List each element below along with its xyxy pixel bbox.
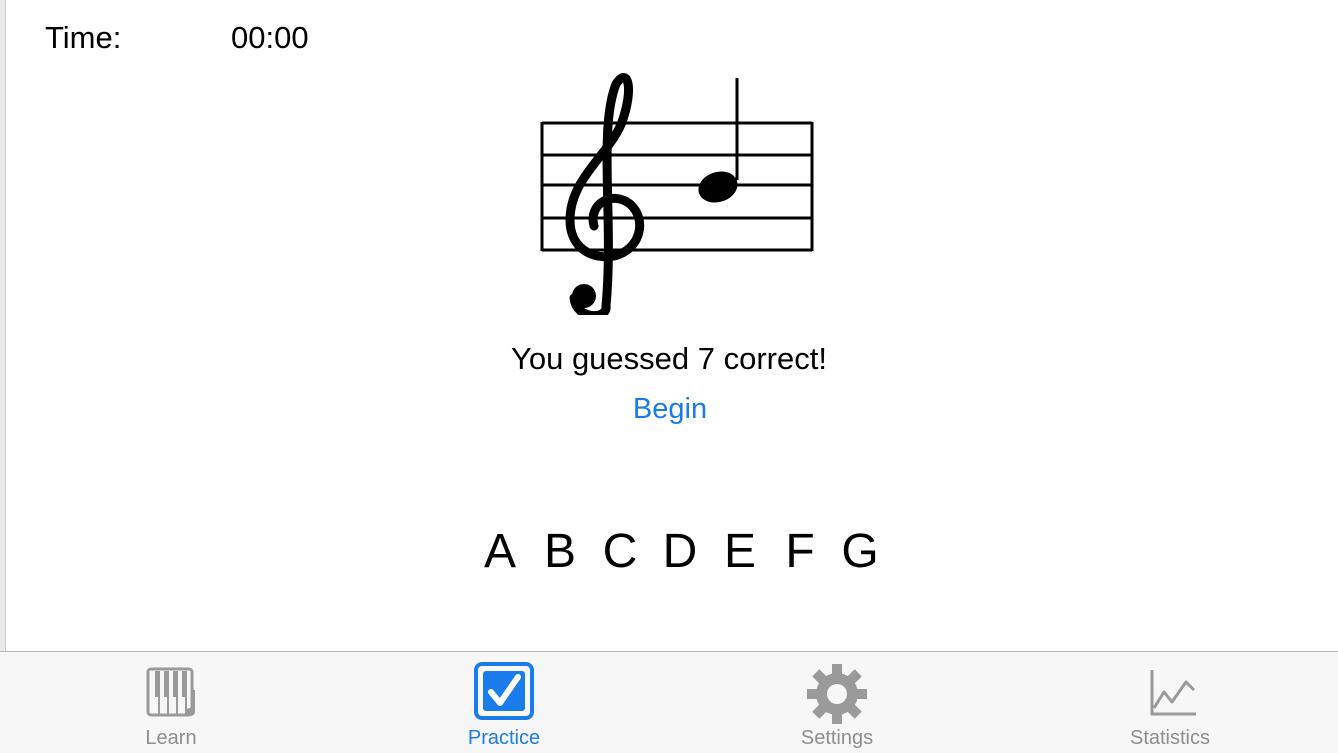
time-label: Time: — [45, 20, 122, 55]
begin-button[interactable]: Begin — [620, 391, 720, 427]
tab-practice[interactable]: Practice — [404, 652, 604, 753]
tab-learn[interactable]: Learn — [71, 652, 271, 753]
gear-icon — [805, 662, 869, 726]
music-staff — [536, 70, 818, 321]
note-button-f[interactable]: F — [770, 523, 830, 583]
note-button-a[interactable]: A — [470, 523, 530, 583]
note-answer-buttons: A B C D E F G — [470, 523, 890, 583]
piano-keys-icon — [139, 662, 203, 726]
treble-clef-icon — [565, 73, 645, 321]
tab-statistics-label: Statistics — [1129, 727, 1211, 749]
line-chart-icon — [1138, 662, 1202, 726]
staff-svg — [540, 73, 814, 321]
tab-settings[interactable]: Settings — [737, 652, 937, 753]
note-button-c[interactable]: C — [590, 523, 650, 583]
time-value: 00:00 — [231, 20, 309, 55]
note-button-d[interactable]: D — [650, 523, 710, 583]
quarter-note-icon — [698, 78, 739, 203]
tab-bar: Learn Practice Settings Statistics — [0, 651, 1338, 753]
checkbox-icon — [472, 662, 536, 726]
result-message: You guessed 7 correct! — [511, 341, 827, 376]
tab-practice-label: Practice — [467, 727, 541, 749]
note-button-g[interactable]: G — [830, 523, 890, 583]
tab-settings-label: Settings — [800, 727, 874, 749]
note-button-b[interactable]: B — [530, 523, 590, 583]
tab-statistics[interactable]: Statistics — [1070, 652, 1270, 753]
note-button-e[interactable]: E — [710, 523, 770, 583]
tab-learn-label: Learn — [145, 727, 197, 749]
